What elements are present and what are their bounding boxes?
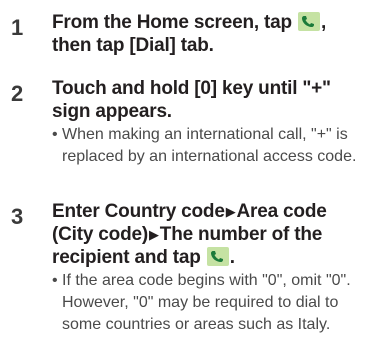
step-text: Area code	[236, 201, 327, 222]
bullet: •	[52, 126, 58, 143]
step-text: ,	[321, 12, 327, 33]
step-note: • If the area code begins with "0", omit…	[52, 270, 380, 336]
step-text: Touch and hold [0] key until "+"	[52, 78, 331, 99]
step-number: 1	[11, 15, 24, 40]
step-text: From the Home screen, tap	[52, 12, 298, 33]
bullet: •	[52, 272, 58, 289]
step-text: (City code)	[52, 224, 148, 245]
right-arrow-icon: ▶	[148, 227, 159, 242]
right-arrow-icon: ▶	[225, 204, 236, 219]
phone-icon	[298, 12, 321, 31]
phone-icon	[206, 247, 229, 266]
step-instruction: Touch and hold [0] key until "+" sign ap…	[52, 77, 378, 123]
step-text: sign appears.	[52, 101, 172, 122]
step-number: 2	[11, 81, 24, 106]
step-number: 3	[11, 204, 24, 229]
step-text: then tap [Dial] tab.	[52, 35, 214, 56]
step-text: recipient and tap	[52, 247, 206, 268]
step-instruction: Enter Country code▶Area code (City code)…	[52, 200, 378, 269]
step-text: The number of the	[159, 224, 323, 245]
step-text: .	[229, 247, 235, 268]
note-text: If the area code begins with "0", omit "…	[62, 272, 351, 333]
step-instruction: From the Home screen, tap , then tap [Di…	[52, 11, 378, 57]
step-text: Enter Country code	[52, 201, 225, 222]
note-text: When making an international call, "+" i…	[62, 126, 357, 165]
step-note: • When making an international call, "+"…	[52, 124, 380, 168]
